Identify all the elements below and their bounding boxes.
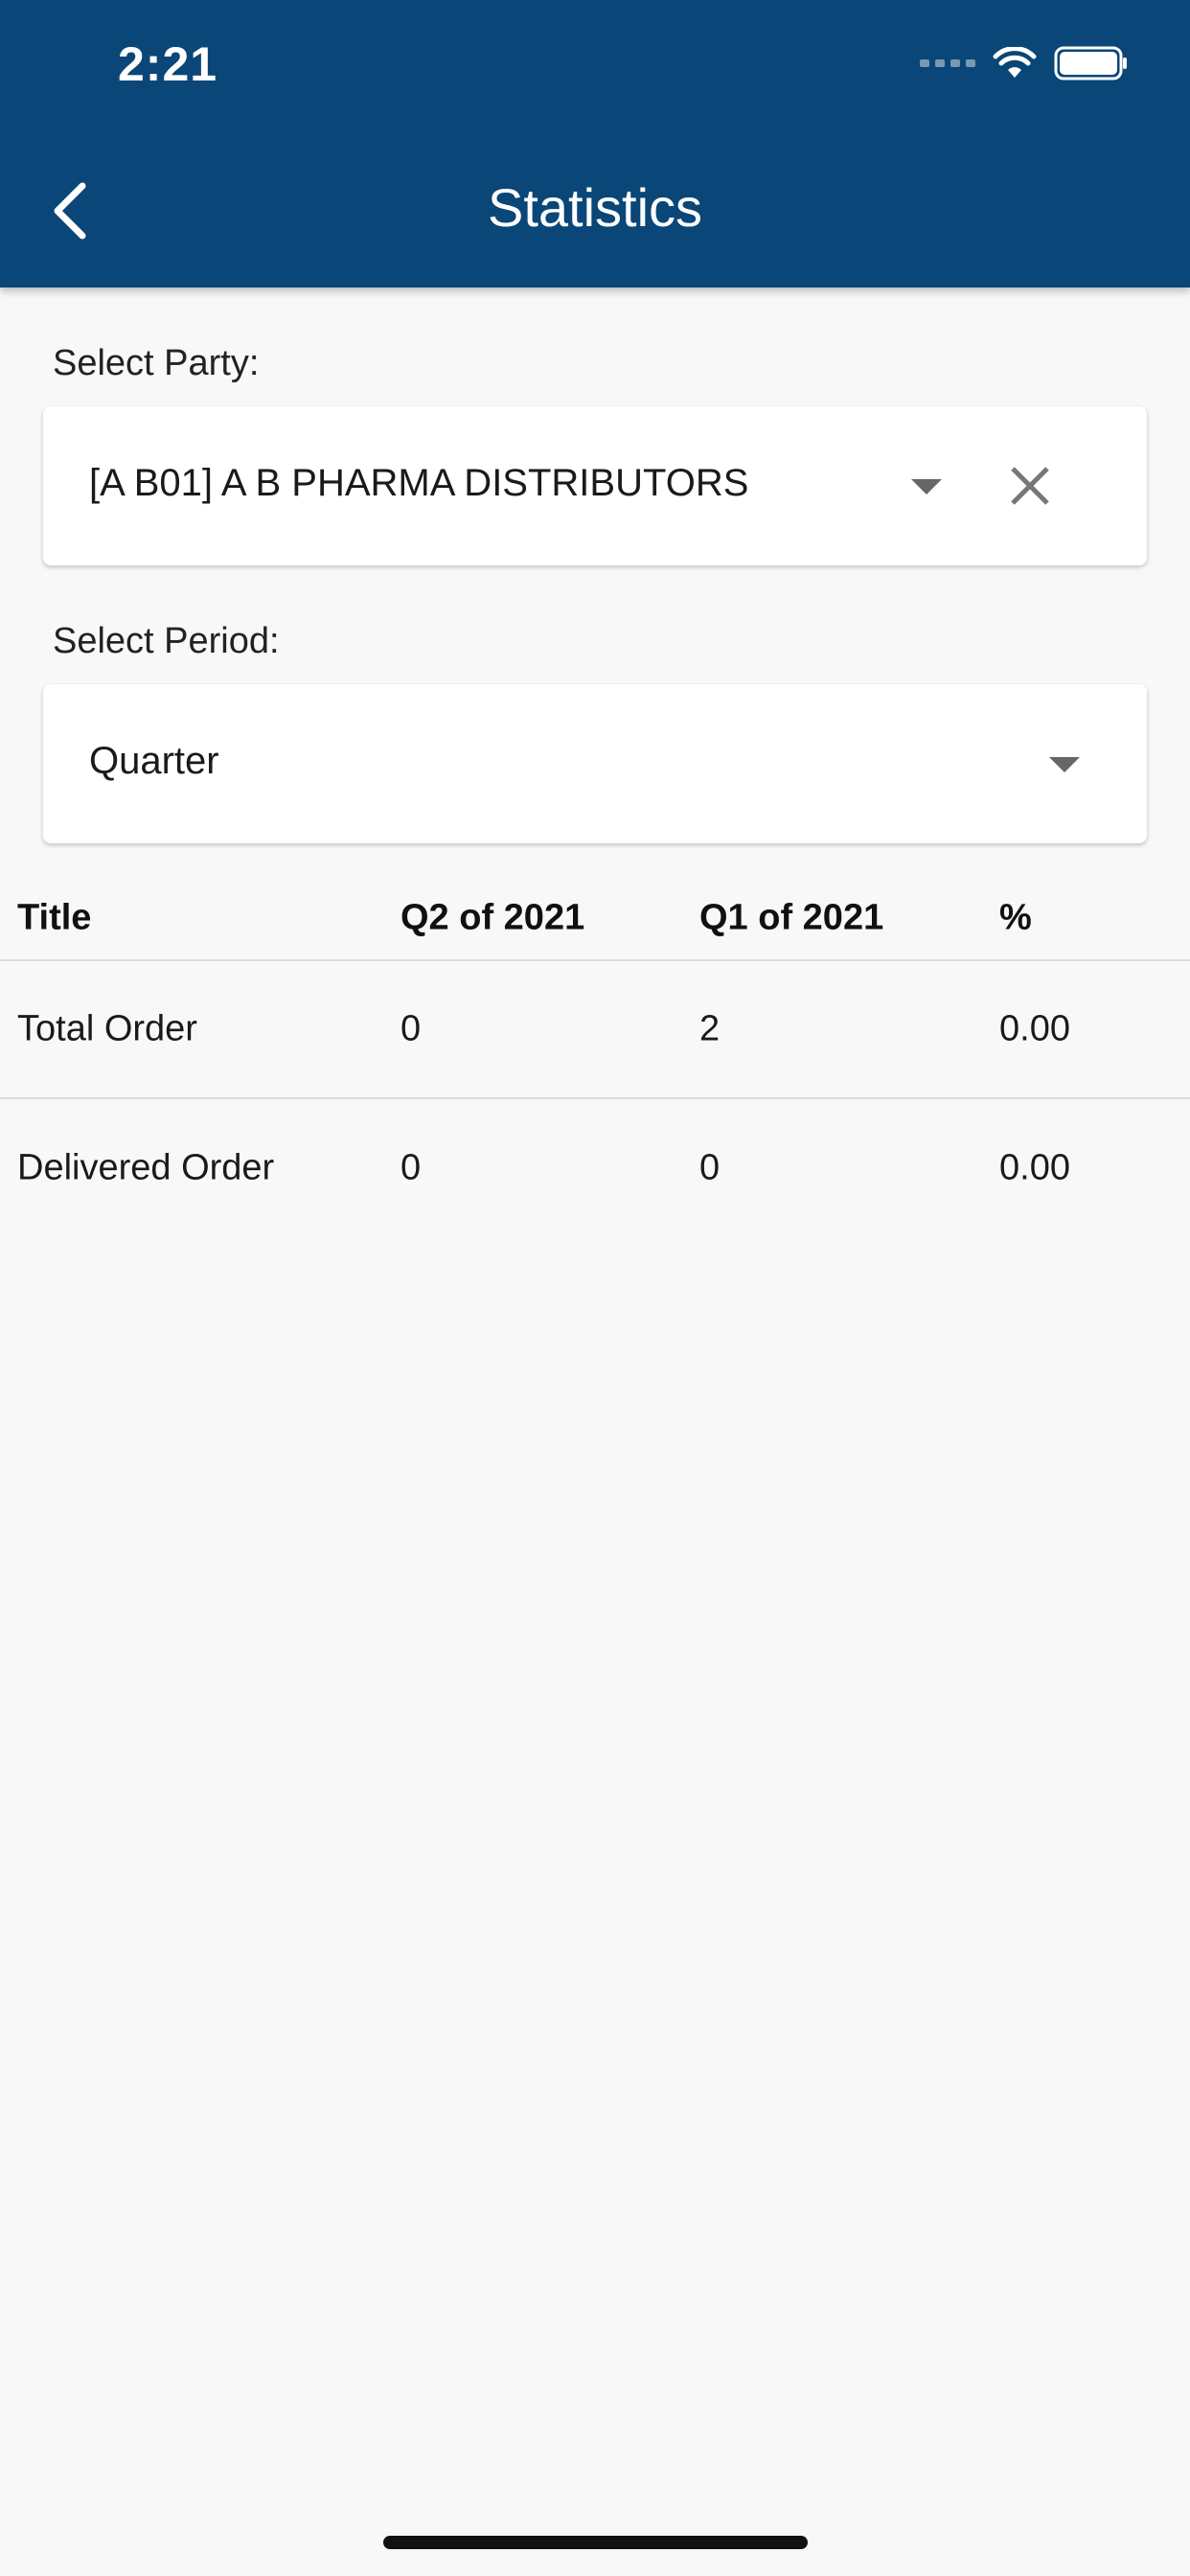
home-indicator[interactable] [383,2536,808,2549]
header-previous-period: Q1 of 2021 [699,897,884,938]
table-row: Delivered Order 0 0 0.00 [0,1099,1190,1237]
table-row: Total Order 0 2 0.00 [0,961,1190,1099]
table-header-row: Title Q2 of 2021 Q1 of 2021 % [0,877,1190,961]
header-title: Title [17,897,92,938]
status-icons [920,46,1129,80]
nav-bar: Statistics [0,153,1190,268]
row-percent: 0.00 [999,1008,1070,1049]
header-percent: % [999,897,1032,938]
clear-party-button[interactable] [1001,457,1059,515]
row-title: Total Order [17,1008,197,1049]
party-label: Select Party: [53,343,260,383]
statistics-screen: 2:21 Statistics Select Party: [A B01] A … [0,0,1190,2576]
cellular-signal-icon [920,59,975,67]
party-select-value: [A B01] A B PHARMA DISTRIBUTORS [89,462,749,504]
chevron-down-icon[interactable] [911,479,942,494]
statistics-table: Title Q2 of 2021 Q1 of 2021 % Total Orde… [0,877,1190,1237]
row-current-value: 0 [400,1008,422,1049]
status-time: 2:21 [118,37,218,91]
row-current-value: 0 [400,1147,422,1188]
party-select[interactable]: [A B01] A B PHARMA DISTRIBUTORS [43,406,1147,565]
page-title: Statistics [487,177,703,238]
wifi-icon [993,47,1037,78]
row-previous-value: 0 [699,1147,721,1188]
period-select[interactable]: Quarter [43,684,1147,843]
app-header: 2:21 Statistics [0,0,1190,288]
close-icon [1011,467,1049,505]
period-label: Select Period: [53,621,280,661]
period-select-value: Quarter [89,740,219,782]
row-previous-value: 2 [699,1008,721,1049]
battery-icon [1054,46,1127,80]
row-title: Delivered Order [17,1147,275,1188]
row-percent: 0.00 [999,1147,1070,1188]
header-current-period: Q2 of 2021 [400,897,585,938]
chevron-down-icon[interactable] [1049,757,1080,772]
